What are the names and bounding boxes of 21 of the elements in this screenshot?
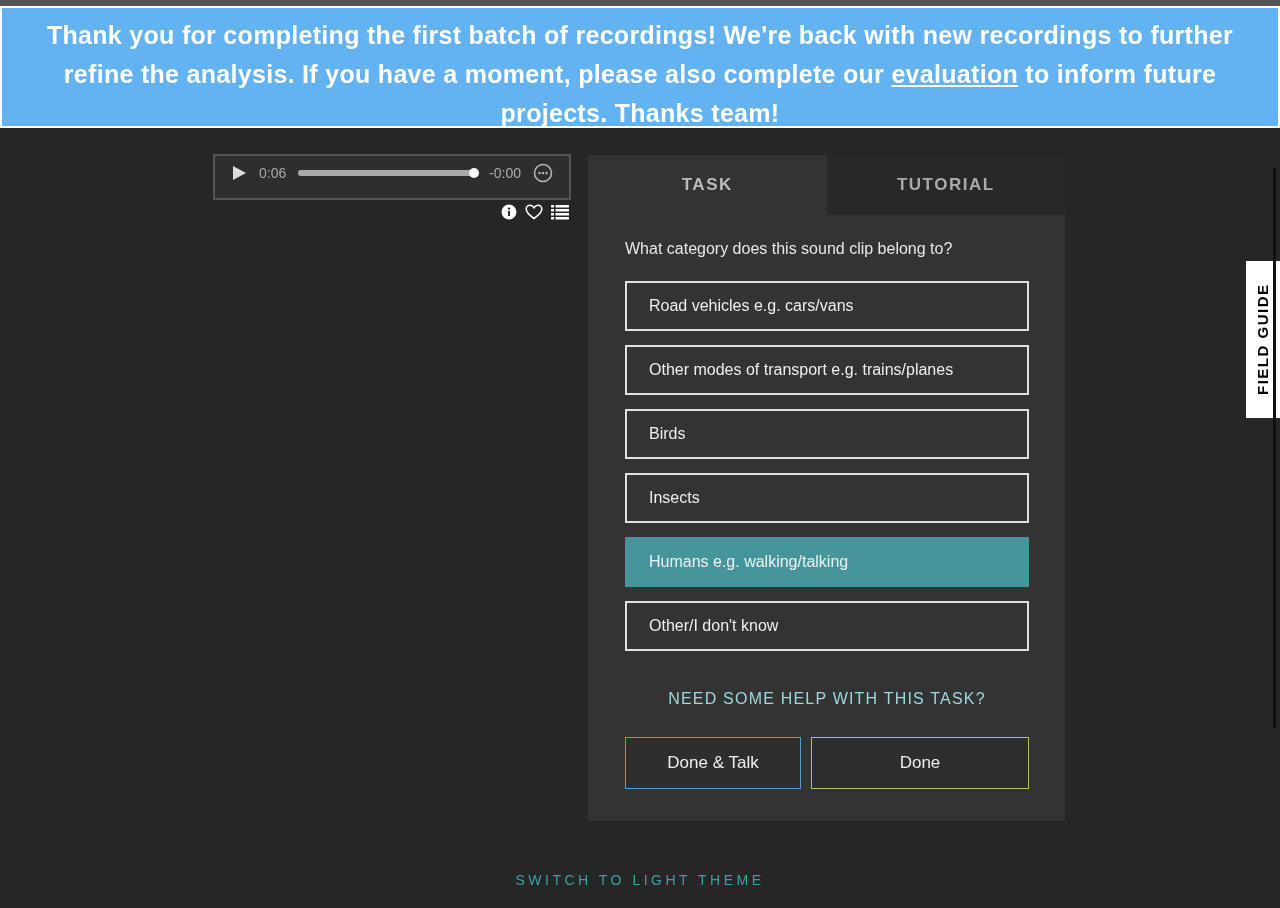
play-icon[interactable] — [231, 165, 247, 181]
done-button[interactable]: Done — [811, 737, 1029, 789]
answer-option[interactable]: Other/I don't know — [625, 601, 1029, 651]
banner-message: Thank you for completing the first batch of recordings! We're back with new recordings to further refine the analysis. If you have a moment, please also complete our evaluation to inform future projects. Thanks team! — [45, 20, 1235, 126]
progress-track[interactable] — [298, 170, 478, 176]
tab[interactable]: TUTORIAL — [826, 155, 1065, 215]
elapsed-time: 0:06 — [259, 164, 287, 183]
question-text: What category does this sound clip belong to? — [625, 239, 954, 259]
list-icon[interactable] — [551, 204, 569, 220]
answer-option[interactable]: Insects — [625, 473, 1029, 523]
help-link[interactable]: NEED SOME HELP WITH THIS TASK? — [668, 687, 986, 711]
field-guide-tab[interactable]: FIELD GUIDE — [1246, 261, 1280, 418]
theme-toggle-link[interactable]: SWITCH TO LIGHT THEME — [515, 870, 765, 891]
remaining-time: -0:00 — [489, 164, 521, 183]
info-icon[interactable] — [501, 204, 517, 220]
more-icon[interactable] — [533, 163, 553, 183]
answer-option[interactable]: Road vehicles e.g. cars/vans — [625, 281, 1029, 331]
heart-icon[interactable] — [525, 204, 543, 220]
done-and-talk-button[interactable]: Done & Talk — [625, 737, 801, 789]
answer-option[interactable]: Other modes of transport e.g. trains/planes — [625, 345, 1029, 395]
answer-option[interactable]: Birds — [625, 409, 1029, 459]
